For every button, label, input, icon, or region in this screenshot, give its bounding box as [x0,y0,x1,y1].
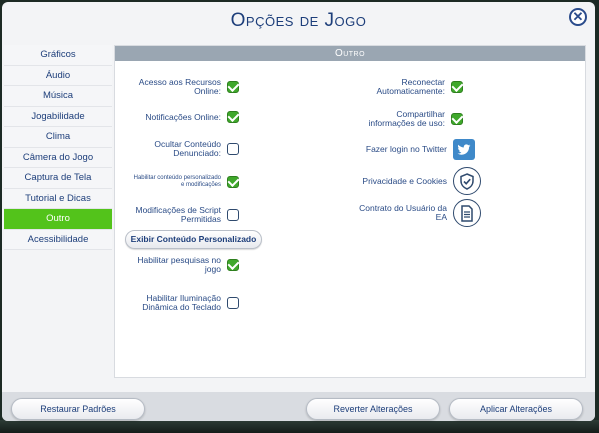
sidebar-item-jogabilidade[interactable]: Jogabilidade [4,106,112,127]
options-sidebar: Gráficos Áudio Música Jogabilidade Clima… [4,45,112,250]
shield-check-icon [453,167,481,195]
restore-defaults-button[interactable]: Restaurar Padrões [11,398,145,420]
link-ea-user-agreement[interactable]: Contrato do Usuário da EA [343,199,481,227]
share-usage-checkbox[interactable] [451,113,463,125]
game-backdrop [0,420,599,433]
sidebar-item-acessibilidade[interactable]: Acessibilidade [4,229,112,250]
sidebar-item-tutorial[interactable]: Tutorial e Dicas [4,188,112,209]
sidebar-item-captura[interactable]: Captura de Tela [4,168,112,189]
sidebar-item-camera[interactable]: Câmera do Jogo [4,147,112,168]
option-label: Habilitar conteúdo personalizado e modif… [133,175,221,188]
option-in-game-surveys: Habilitar pesquisas no jogo [123,256,239,274]
close-icon: ✕ [572,9,584,24]
auto-reconnect-checkbox[interactable] [451,81,463,93]
option-script-mods: Modificações de Script Permitidas [123,206,239,224]
sidebar-item-audio[interactable]: Áudio [4,65,112,86]
option-auto-reconnect: Reconectar Automaticamente: [343,78,463,96]
option-hide-reported: Ocultar Conteúdo Denunciado: [123,140,239,158]
link-label: Contrato do Usuário da EA [359,203,447,222]
custom-content-checkbox[interactable] [227,176,239,188]
option-label: Compartilhar informações de uso: [368,109,445,128]
option-share-usage: Compartilhar informações de uso: [343,110,463,128]
revert-changes-button[interactable]: Reverter Alterações [306,398,440,420]
online-notifications-checkbox[interactable] [227,111,239,123]
option-label: Habilitar pesquisas no jogo [137,255,221,274]
close-button[interactable]: ✕ [569,8,587,26]
game-options-dialog: Opções de Jogo ✕ Gráficos Áudio Música J… [2,2,595,421]
dialog-title: Opções de Jogo [230,10,367,31]
script-mods-checkbox[interactable] [227,209,239,221]
link-label: Fazer login no Twitter [365,144,447,154]
view-custom-content-button[interactable]: Exibir Conteúdo Personalizado [125,230,262,249]
options-panel: Outro Acesso aos Recursos Online: Notifi… [114,45,586,378]
online-resources-checkbox[interactable] [227,81,239,93]
option-label: Reconectar Automaticamente: [376,77,445,96]
option-label: Acesso aos Recursos Online: [138,77,221,96]
link-privacy-cookies[interactable]: Privacidade e Cookies [343,167,481,195]
option-custom-content: Habilitar conteúdo personalizado e modif… [123,175,239,189]
option-label: Notificações Online: [145,111,221,122]
apply-changes-button[interactable]: Aplicar Alterações [449,398,583,420]
sidebar-item-graficos[interactable]: Gráficos [4,45,112,66]
option-online-resources: Acesso aos Recursos Online: [123,78,239,96]
document-icon [453,199,481,227]
panel-header: Outro [115,46,585,61]
twitter-icon [453,139,475,160]
sidebar-item-musica[interactable]: Música [4,86,112,107]
sidebar-item-clima[interactable]: Clima [4,127,112,148]
option-keyboard-lighting: Habilitar Iluminação Dinâmica do Teclado [123,294,239,312]
option-label: Ocultar Conteúdo Denunciado: [154,139,221,158]
keyboard-lighting-checkbox[interactable] [227,297,239,309]
option-online-notifications: Notificações Online: [123,111,239,123]
option-label: Habilitar Iluminação Dinâmica do Teclado [142,293,221,312]
sidebar-item-outro[interactable]: Outro [4,209,112,230]
hide-reported-checkbox[interactable] [227,143,239,155]
link-twitter-login[interactable]: Fazer login no Twitter [343,139,475,160]
in-game-surveys-checkbox[interactable] [227,259,239,271]
option-label: Modificações de Script Permitidas [135,205,221,224]
link-label: Privacidade e Cookies [362,175,447,186]
